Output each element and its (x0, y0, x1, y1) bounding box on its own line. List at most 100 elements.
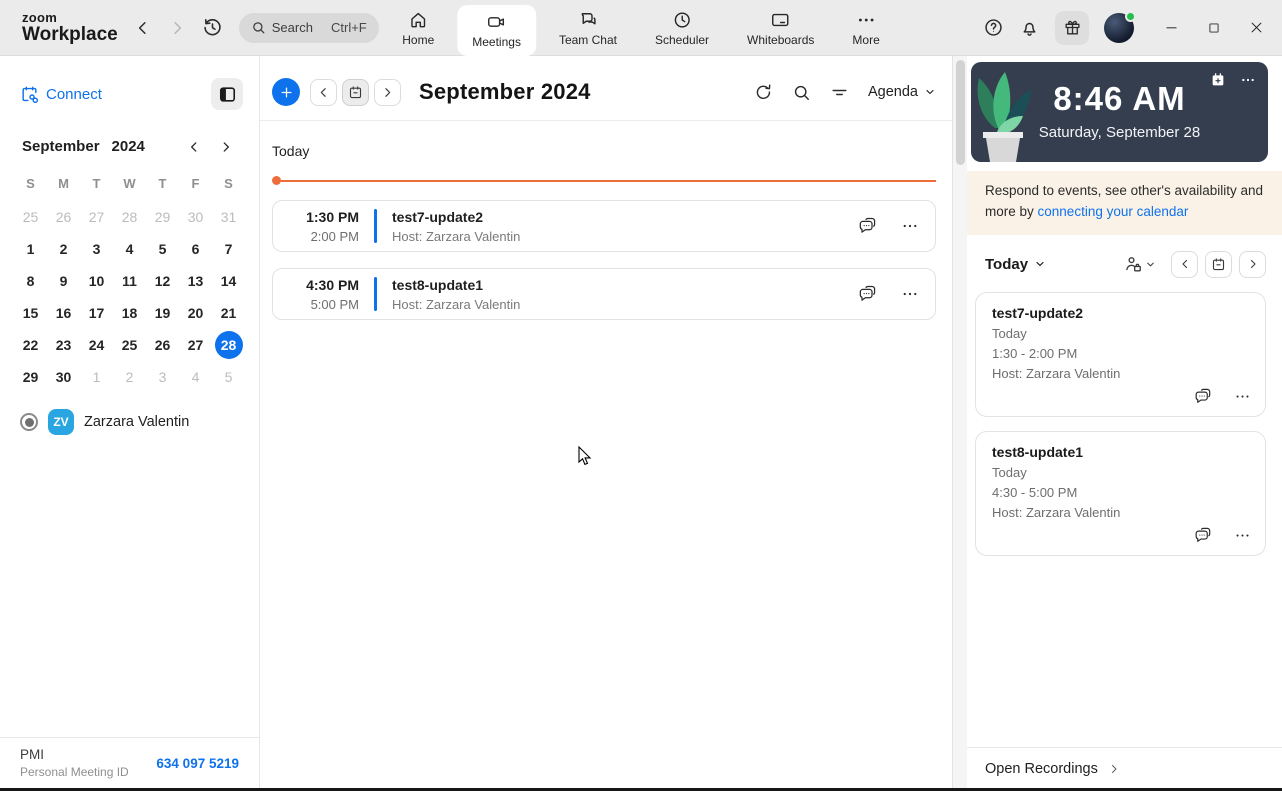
go-to-today-button[interactable] (342, 79, 369, 106)
tab-whiteboards[interactable]: Whiteboards (732, 0, 829, 56)
calendar-owner-row[interactable]: ZV Zarzara Valentin (20, 409, 259, 435)
next-month-button[interactable] (219, 140, 233, 154)
host-filter-dropdown[interactable] (1124, 255, 1156, 274)
calendar-day[interactable]: 10 (80, 265, 113, 297)
calendar-day[interactable]: 21 (212, 297, 245, 329)
calendar-day[interactable]: 7 (212, 233, 245, 265)
pick-date-button[interactable] (1205, 251, 1232, 278)
tab-team-chat[interactable]: Team Chat (544, 0, 632, 56)
next-period-button[interactable] (374, 79, 401, 106)
meeting-chat-button[interactable] (857, 284, 877, 304)
calendar-day[interactable]: 4 (113, 233, 146, 265)
calendar-day[interactable]: 30 (179, 201, 212, 233)
calendar-day[interactable]: 4 (179, 361, 212, 393)
calendar-owner-radio[interactable] (20, 413, 38, 431)
user-avatar[interactable] (1104, 13, 1134, 43)
back-button[interactable] (134, 19, 152, 37)
meeting-more-button[interactable] (901, 285, 919, 303)
chevron-right-icon (1108, 763, 1120, 775)
forward-button[interactable] (168, 19, 186, 37)
next-day-button[interactable] (1239, 251, 1266, 278)
calendar-day[interactable]: 9 (47, 265, 80, 297)
calendar-day[interactable]: 24 (80, 329, 113, 361)
scrollbar-thumb[interactable] (956, 60, 965, 165)
date-range-dropdown[interactable]: Today (985, 256, 1046, 273)
meeting-chat-button[interactable] (857, 216, 877, 236)
calendar-day[interactable]: 3 (80, 233, 113, 265)
calendar-day[interactable]: 2 (47, 233, 80, 265)
filter-button[interactable] (830, 83, 849, 102)
connect-calendar-button[interactable]: Connect (20, 85, 102, 104)
tab-more[interactable]: More (837, 0, 894, 56)
calendar-day[interactable]: 5 (212, 361, 245, 393)
calendar-day[interactable]: 16 (47, 297, 80, 329)
notifications-button[interactable] (1019, 17, 1040, 38)
refresh-button[interactable] (754, 83, 773, 102)
calendar-day-selected[interactable]: 28 (212, 329, 245, 361)
calendar-day[interactable]: 14 (212, 265, 245, 297)
calendar-day[interactable]: 20 (179, 297, 212, 329)
clock-card-more-button[interactable] (1240, 72, 1256, 88)
previous-period-button[interactable] (310, 79, 337, 106)
close-button[interactable] (1249, 20, 1264, 35)
main-scrollbar[interactable] (952, 56, 967, 791)
event-chat-button[interactable] (1193, 387, 1212, 406)
open-recordings-link[interactable]: Open Recordings (967, 747, 1282, 791)
calendar-day[interactable]: 18 (113, 297, 146, 329)
calendar-day[interactable]: 22 (14, 329, 47, 361)
search-meetings-button[interactable] (792, 83, 811, 102)
event-more-button[interactable] (1234, 387, 1251, 406)
search-input[interactable]: Search Ctrl+F (239, 13, 379, 43)
calendar-day[interactable]: 27 (179, 329, 212, 361)
calendar-day[interactable]: 1 (80, 361, 113, 393)
calendar-day[interactable]: 25 (113, 329, 146, 361)
whats-new-button[interactable] (1055, 11, 1089, 45)
help-button[interactable] (983, 17, 1004, 38)
view-selector-dropdown[interactable]: Agenda (868, 84, 936, 100)
event-host: Host: Zarzara Valentin (992, 505, 1251, 520)
maximize-button[interactable] (1207, 21, 1221, 35)
calendar-day[interactable]: 6 (179, 233, 212, 265)
pmi-number[interactable]: 634 097 5219 (156, 756, 239, 771)
calendar-day[interactable]: 1 (14, 233, 47, 265)
minimize-button[interactable] (1164, 20, 1179, 35)
calendar-day[interactable]: 17 (80, 297, 113, 329)
calendar-day[interactable]: 28 (113, 201, 146, 233)
connecting-calendar-link[interactable]: connecting your calendar (1038, 204, 1189, 219)
calendar-day[interactable]: 15 (14, 297, 47, 329)
calendar-day[interactable]: 31 (212, 201, 245, 233)
collapse-panel-button[interactable] (211, 78, 243, 110)
calendar-day[interactable]: 26 (47, 201, 80, 233)
calendar-day[interactable]: 25 (14, 201, 47, 233)
calendar-day[interactable]: 5 (146, 233, 179, 265)
calendar-day[interactable]: 11 (113, 265, 146, 297)
new-meeting-button[interactable] (272, 78, 300, 106)
meeting-row[interactable]: 1:30 PM 2:00 PM test7-update2 Host: Zarz… (272, 200, 936, 252)
calendar-day[interactable]: 19 (146, 297, 179, 329)
calendar-day[interactable]: 13 (179, 265, 212, 297)
calendar-day[interactable]: 29 (14, 361, 47, 393)
tab-home[interactable]: Home (387, 0, 449, 56)
event-chat-button[interactable] (1193, 526, 1212, 545)
calendar-day[interactable]: 8 (14, 265, 47, 297)
event-card[interactable]: test7-update2 Today 1:30 - 2:00 PM Host:… (975, 292, 1266, 417)
calendar-day[interactable]: 23 (47, 329, 80, 361)
tab-meetings[interactable]: Meetings (457, 5, 536, 56)
event-card[interactable]: test8-update1 Today 4:30 - 5:00 PM Host:… (975, 431, 1266, 556)
tab-label: Meetings (472, 35, 521, 49)
tab-scheduler[interactable]: Scheduler (640, 0, 724, 56)
calendar-day[interactable]: 2 (113, 361, 146, 393)
calendar-day[interactable]: 30 (47, 361, 80, 393)
calendar-day[interactable]: 27 (80, 201, 113, 233)
calendar-day[interactable]: 26 (146, 329, 179, 361)
previous-day-button[interactable] (1171, 251, 1198, 278)
meeting-row[interactable]: 4:30 PM 5:00 PM test8-update1 Host: Zarz… (272, 268, 936, 320)
previous-month-button[interactable] (187, 140, 201, 154)
meeting-more-button[interactable] (901, 217, 919, 235)
event-more-button[interactable] (1234, 526, 1251, 545)
add-to-calendar-button[interactable] (1210, 72, 1226, 88)
calendar-day[interactable]: 12 (146, 265, 179, 297)
history-button[interactable] (202, 17, 223, 38)
calendar-day[interactable]: 3 (146, 361, 179, 393)
calendar-day[interactable]: 29 (146, 201, 179, 233)
